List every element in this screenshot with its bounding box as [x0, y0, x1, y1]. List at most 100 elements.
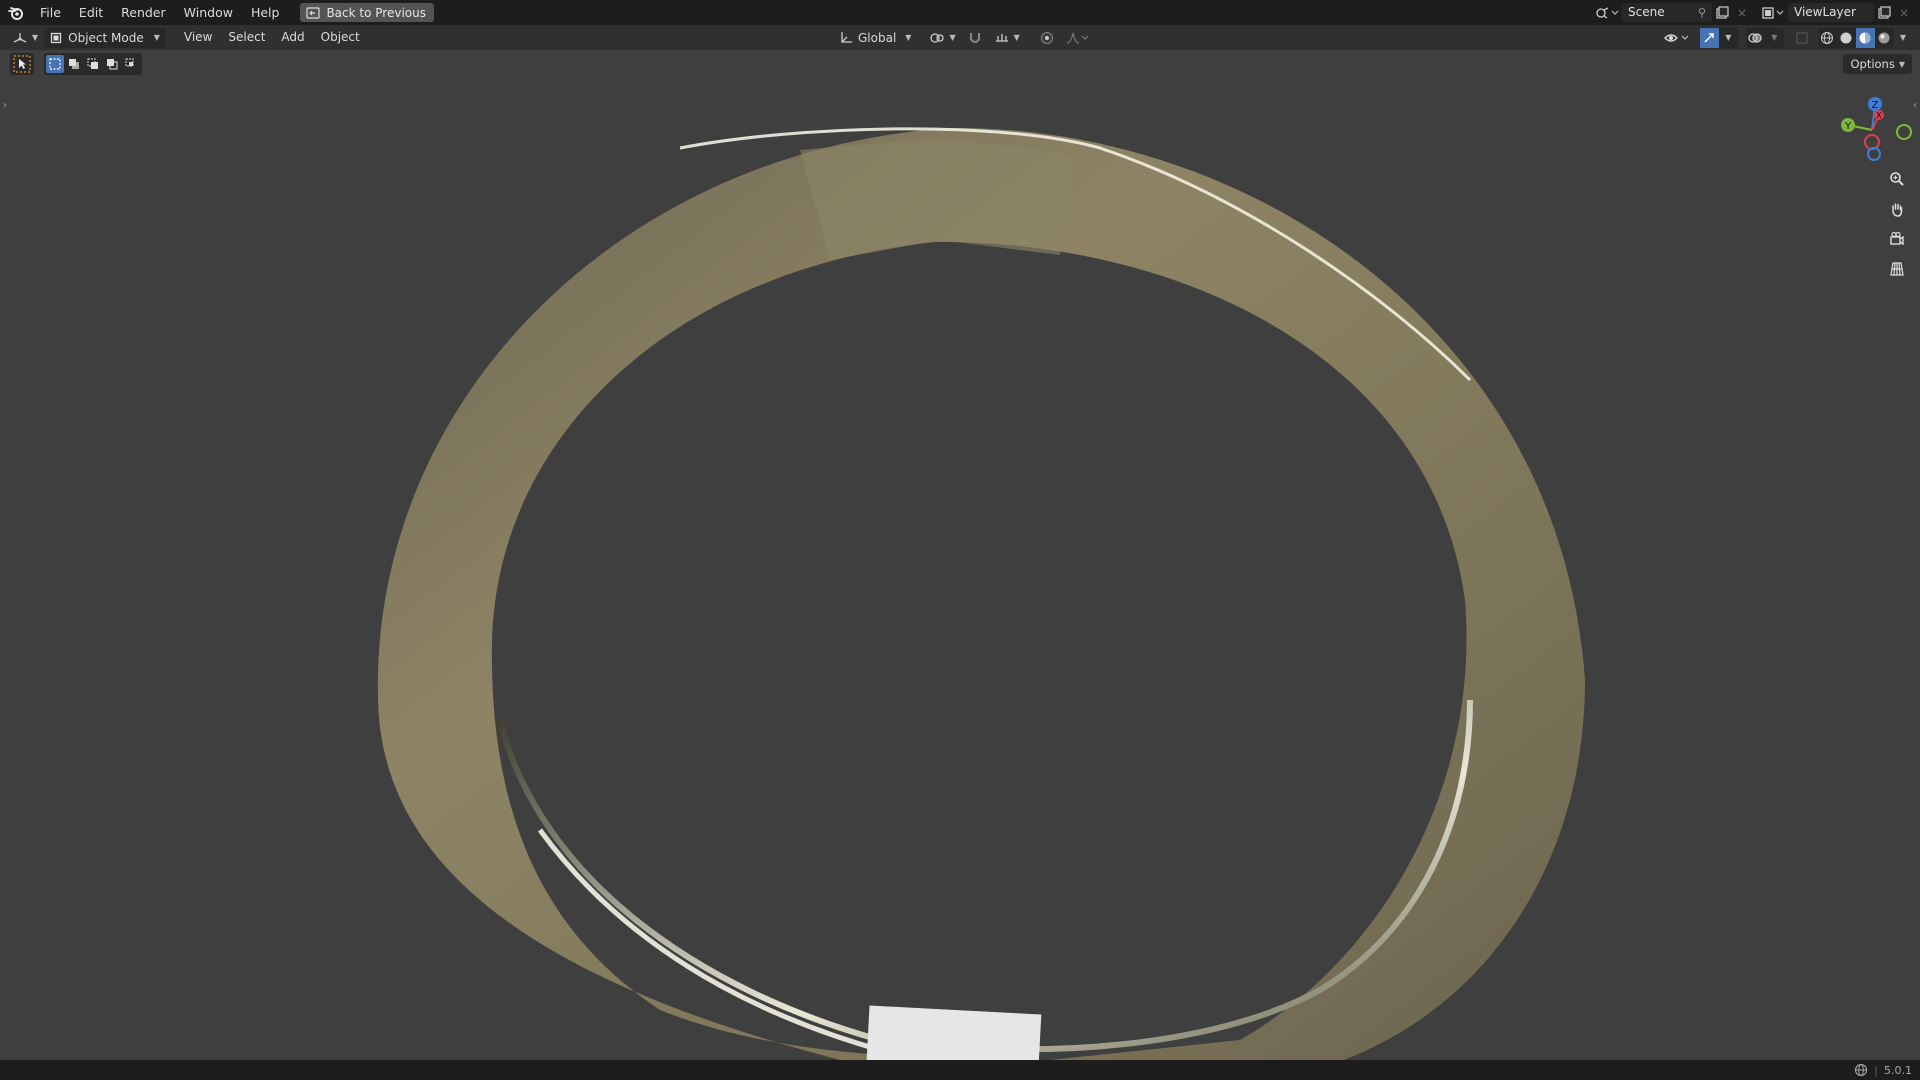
ring-body — [377, 127, 1585, 1060]
new-view-layer-icon[interactable] — [1874, 3, 1894, 22]
ring-lower-highlight — [537, 828, 881, 1053]
zoom-icon[interactable] — [1886, 168, 1908, 190]
gizmo-toggle[interactable] — [1699, 27, 1719, 48]
back-to-previous-label: Back to Previous — [326, 5, 426, 20]
visibility-select[interactable] — [1660, 28, 1694, 48]
chevron-down-icon: ▼ — [1898, 59, 1905, 69]
select-extend-mode[interactable] — [65, 55, 83, 73]
gizmo-icon — [1704, 32, 1715, 43]
shading-options[interactable]: ▼ — [1896, 28, 1910, 48]
rendered-sphere-icon — [1878, 32, 1890, 43]
overlay-icon — [1748, 32, 1762, 43]
blender-logo-icon[interactable] — [6, 3, 26, 23]
scene-name-field[interactable]: Scene ⚲ — [1622, 3, 1712, 22]
new-scene-icon[interactable] — [1712, 3, 1732, 22]
mode-label: Object Mode — [68, 30, 144, 45]
selection-mode-group — [44, 53, 142, 75]
menu-help[interactable]: Help — [242, 0, 289, 25]
wireframe-sphere-icon — [1821, 31, 1834, 44]
back-screen-icon — [306, 6, 321, 19]
center-tools: Global ▼ ▼ ▼ — [835, 27, 1094, 48]
snap-increment-icon — [995, 33, 1008, 42]
snap-target-select[interactable]: ▼ — [990, 28, 1024, 48]
pan-hand-icon[interactable] — [1886, 198, 1908, 220]
perspective-grid-icon[interactable] — [1886, 258, 1908, 280]
chevron-down-icon: ▼ — [1771, 33, 1778, 42]
menu-window[interactable]: Window — [175, 0, 242, 25]
overlay-toggle[interactable] — [1746, 28, 1765, 48]
scene-selector: Scene ⚲ × — [1592, 3, 1752, 22]
camera-view-icon[interactable] — [1886, 228, 1908, 250]
menu-render[interactable]: Render — [112, 0, 175, 25]
overlay-toggle-group: ▼ — [1745, 27, 1784, 48]
select-invert-mode[interactable] — [103, 55, 121, 73]
select-subtract-mode[interactable] — [84, 55, 102, 73]
xray-icon — [1796, 31, 1808, 44]
mode-select[interactable]: Object Mode ▼ — [44, 27, 166, 48]
editor-type-selector[interactable]: ▼ — [8, 28, 42, 48]
top-right-controls: Scene ⚲ × ViewLayer × — [1592, 0, 1920, 25]
delete-scene-icon[interactable]: × — [1732, 3, 1752, 22]
xray-toggle[interactable] — [1792, 28, 1812, 48]
view-layer-browse-icon[interactable] — [1758, 3, 1788, 22]
shading-mode-group — [1817, 27, 1894, 48]
header-menu-add[interactable]: Add — [273, 25, 312, 50]
solid-shading-button[interactable] — [1837, 28, 1856, 48]
pivot-point-select[interactable]: ▼ — [925, 28, 959, 48]
toolbar-expand-arrow[interactable]: › — [3, 100, 7, 111]
rendered-shading-button[interactable] — [1875, 28, 1894, 48]
chevron-down-icon: ▼ — [153, 33, 160, 42]
wireframe-shading-button[interactable] — [1818, 28, 1837, 48]
ring-object[interactable] — [0, 50, 1920, 1060]
pin-icon[interactable]: ⚲ — [1698, 3, 1706, 22]
falloff-select[interactable] — [1062, 28, 1094, 48]
transform-orientation-select[interactable]: Global ▼ — [835, 28, 915, 48]
menu-edit[interactable]: Edit — [70, 0, 112, 25]
overlay-options[interactable]: ▼ — [1765, 28, 1784, 48]
chevron-down-icon: ▼ — [905, 33, 912, 42]
select-new-mode[interactable] — [46, 55, 64, 73]
orientation-axes-icon — [841, 31, 852, 43]
white-label-patch — [866, 1005, 1042, 1060]
view-layer-name: ViewLayer — [1794, 5, 1856, 19]
gizmo-options[interactable]: ▼ — [1719, 28, 1738, 48]
delete-view-layer-icon[interactable]: × — [1894, 3, 1914, 22]
select-intersect-mode[interactable] — [122, 55, 140, 73]
3d-viewport-icon — [13, 32, 27, 43]
material-preview-button[interactable] — [1855, 27, 1875, 48]
eye-icon — [1663, 33, 1689, 42]
header-menu-object[interactable]: Object — [313, 25, 368, 50]
globe-icon — [1855, 1063, 1868, 1077]
gizmo-y-label: Y — [1844, 121, 1852, 132]
navigation-gizmo[interactable]: Z Y X — [1834, 90, 1914, 170]
options-dropdown[interactable]: Options ▼ — [1843, 54, 1912, 74]
scene-name: Scene — [1628, 5, 1665, 19]
scene-browse-icon[interactable] — [1592, 3, 1622, 22]
3d-viewport[interactable]: › ‹ Z Y X — [0, 50, 1920, 1060]
header-menu-view[interactable]: View — [176, 25, 220, 50]
snap-toggle[interactable] — [964, 28, 986, 48]
transform-orientation-label: Global — [858, 30, 897, 45]
header-menu-select[interactable]: Select — [220, 25, 273, 50]
object-mode-icon — [51, 32, 62, 43]
solid-sphere-icon — [1840, 32, 1852, 43]
menu-file[interactable]: File — [31, 0, 70, 25]
pivot-icon — [930, 32, 945, 43]
viewport-header: ▼ Object Mode ▼ View Select Add Object G… — [0, 25, 1920, 50]
chevron-down-icon: ▼ — [1899, 33, 1906, 42]
falloff-curve-icon — [1066, 32, 1089, 44]
chevron-down-icon: ▼ — [1725, 33, 1732, 42]
status-bar: | 5.0.1 — [0, 1060, 1920, 1080]
proportional-edit-toggle[interactable] — [1036, 28, 1058, 48]
view-layer-selector: ViewLayer × — [1758, 3, 1914, 22]
version-label: 5.0.1 — [1884, 1063, 1912, 1077]
view-layer-field[interactable]: ViewLayer — [1788, 3, 1874, 22]
version-info: | 5.0.1 — [1854, 1063, 1912, 1077]
gizmo-z-label: Z — [1872, 100, 1879, 111]
select-tool-button[interactable] — [10, 53, 34, 75]
options-label: Options — [1850, 57, 1895, 71]
cursor-arrow-icon — [13, 55, 31, 73]
right-tools: ▼ ▼ ▼ — [1660, 27, 1920, 48]
back-to-previous-button[interactable]: Back to Previous — [300, 3, 434, 22]
chevron-down-icon: ▼ — [949, 33, 956, 42]
